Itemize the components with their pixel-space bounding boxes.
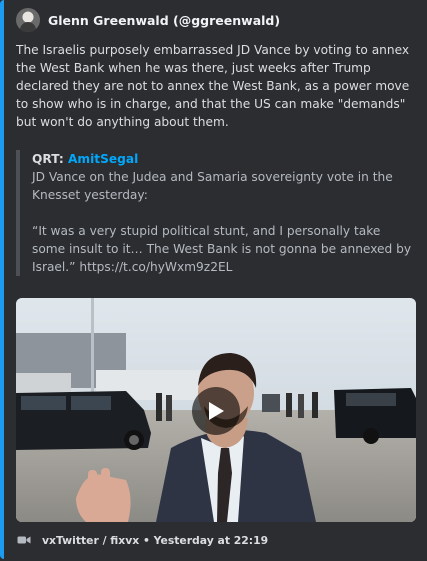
quote-spacer (32, 204, 414, 222)
author-name[interactable]: Glenn Greenwald (@ggreenwald) (48, 13, 280, 28)
embed-footer: vxTwitter / fixvx • Yesterday at 22:19 (16, 532, 268, 548)
embed-description: The Israelis purposely embarrassed JD Va… (16, 43, 410, 129)
qrt-prefix: QRT: (32, 152, 68, 166)
video-camera-icon (16, 532, 32, 548)
quote-line-1: JD Vance on the Judea and Samaria sovere… (32, 170, 393, 202)
play-icon (209, 402, 224, 420)
qrt-header: QRT: AmitSegal (32, 150, 414, 168)
video-thumbnail[interactable] (16, 298, 416, 522)
quoted-tweet: QRT: AmitSegal JD Vance on the Judea and… (16, 150, 414, 276)
author-row: Glenn Greenwald (@ggreenwald) (16, 8, 280, 32)
play-button[interactable] (192, 387, 240, 435)
qrt-handle-link[interactable]: AmitSegal (68, 152, 138, 166)
author-avatar[interactable] (16, 8, 40, 32)
quote-line-2: “It was a very stupid political stunt, a… (32, 224, 412, 274)
tweet-embed: Glenn Greenwald (@ggreenwald) The Israel… (0, 0, 425, 559)
footer-text: vxTwitter / fixvx • Yesterday at 22:19 (42, 533, 269, 547)
